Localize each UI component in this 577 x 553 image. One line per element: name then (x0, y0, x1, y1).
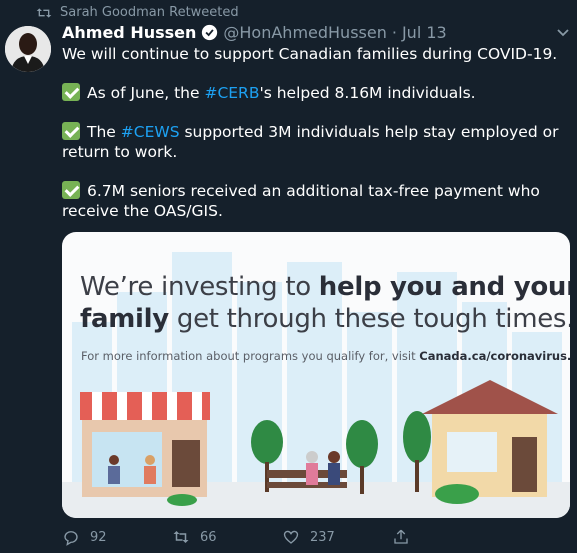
retweet-button[interactable]: 66 (172, 528, 282, 546)
author-name[interactable]: Ahmed Hussen (62, 23, 196, 42)
author-handle[interactable]: @HonAhmedHussen (223, 23, 386, 42)
hashtag-cerb[interactable]: #CERB (204, 84, 259, 102)
tweet-actions: 92 66 237 (62, 528, 502, 546)
check-icon (62, 83, 80, 101)
chevron-down-icon[interactable] (555, 24, 571, 40)
reply-count: 92 (90, 529, 107, 545)
avatar[interactable] (5, 26, 51, 72)
retweet-icon (173, 531, 189, 543)
check-icon (62, 122, 80, 140)
media-card[interactable]: We’re investing to help you and your fam… (62, 232, 570, 518)
reply-button[interactable]: 92 (62, 528, 172, 546)
share-button[interactable] (392, 528, 502, 546)
card-info-text: For more information about programs you … (81, 349, 570, 363)
hashtag-cews[interactable]: #CEWS (121, 123, 180, 141)
retweet-text: Sarah Goodman Retweeted (60, 5, 239, 20)
tweet-paragraph: 6.7M seniors received an additional tax-… (62, 181, 540, 220)
reply-icon (64, 531, 78, 546)
share-icon (394, 529, 408, 544)
card-headline-line1: We’re investing to help you and your (80, 272, 570, 302)
card-link[interactable]: Canada.ca/coronavirus. (419, 349, 570, 363)
separator: · (391, 23, 397, 42)
like-count: 237 (310, 529, 335, 545)
verified-badge-icon (202, 24, 218, 41)
tweet-header: Ahmed Hussen @HonAhmedHussen · Jul 13 (62, 23, 447, 42)
tweet-paragraph: As of June, the #CERB's helped 8.16M ind… (62, 83, 562, 103)
retweet-count: 66 (200, 529, 217, 545)
tweet-body: We will continue to support Canadian fam… (62, 44, 562, 240)
heart-icon (283, 530, 299, 544)
tweet-paragraph: The #CEWS supported 3M individuals help … (62, 122, 559, 161)
card-headline-line2: family get through these tough times. (80, 304, 570, 334)
like-button[interactable]: 237 (282, 528, 392, 546)
retweet-icon (36, 7, 52, 18)
tweet-line: We will continue to support Canadian fam… (62, 45, 558, 63)
check-icon (62, 181, 80, 199)
tweet-date[interactable]: Jul 13 (402, 23, 447, 42)
retweet-indicator: Sarah Goodman Retweeted (36, 5, 239, 20)
